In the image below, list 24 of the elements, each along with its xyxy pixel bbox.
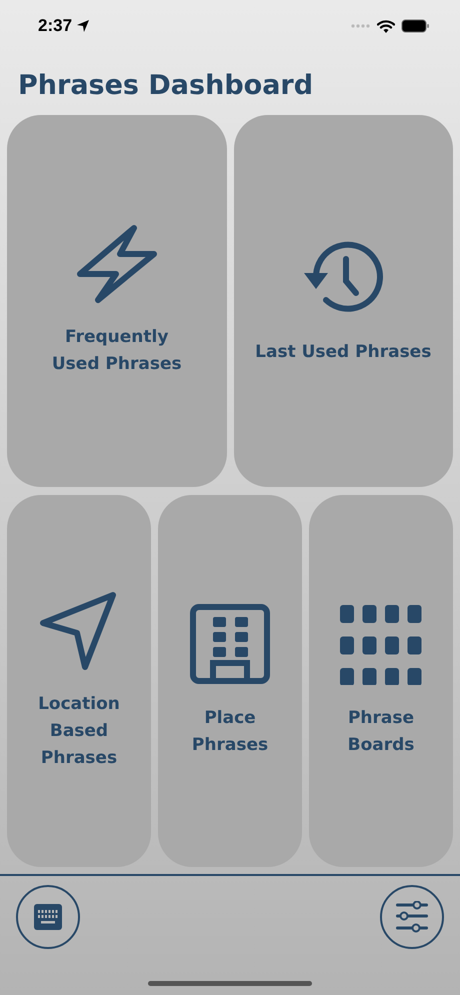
dashboard-tile[interactable]: Frequently Used Phrases [7, 115, 226, 487]
tile-label: Frequently Used Phrases [52, 326, 182, 376]
navigation-arrow-icon [39, 590, 119, 670]
dashboard-tile[interactable]: Last Used Phrases [234, 115, 453, 487]
settings-sliders-icon [395, 901, 429, 933]
signal-icon [351, 24, 371, 28]
location-arrow-icon [76, 19, 90, 33]
keyboard-icon [33, 902, 63, 932]
battery-icon [401, 19, 430, 33]
dashboard-tile[interactable]: Place Phrases [158, 495, 302, 867]
keyboard-button[interactable] [16, 885, 80, 949]
dashboard-tile[interactable]: Location Based Phrases [7, 495, 151, 867]
grid-icon [340, 603, 422, 685]
tile-label: Place Phrases [192, 707, 268, 757]
page-title: Phrases Dashboard [18, 70, 314, 101]
building-icon [189, 603, 271, 685]
lightning-icon [76, 224, 158, 304]
tile-label: Phrase Boards [348, 707, 414, 757]
tile-label: Location Based Phrases [38, 692, 120, 770]
wifi-icon [377, 20, 395, 32]
settings-button[interactable] [380, 885, 444, 949]
tile-label: Last Used Phrases [255, 340, 432, 364]
dashboard-tile[interactable]: Phrase Boards [309, 495, 453, 867]
status-time: 2:37 [38, 16, 72, 36]
